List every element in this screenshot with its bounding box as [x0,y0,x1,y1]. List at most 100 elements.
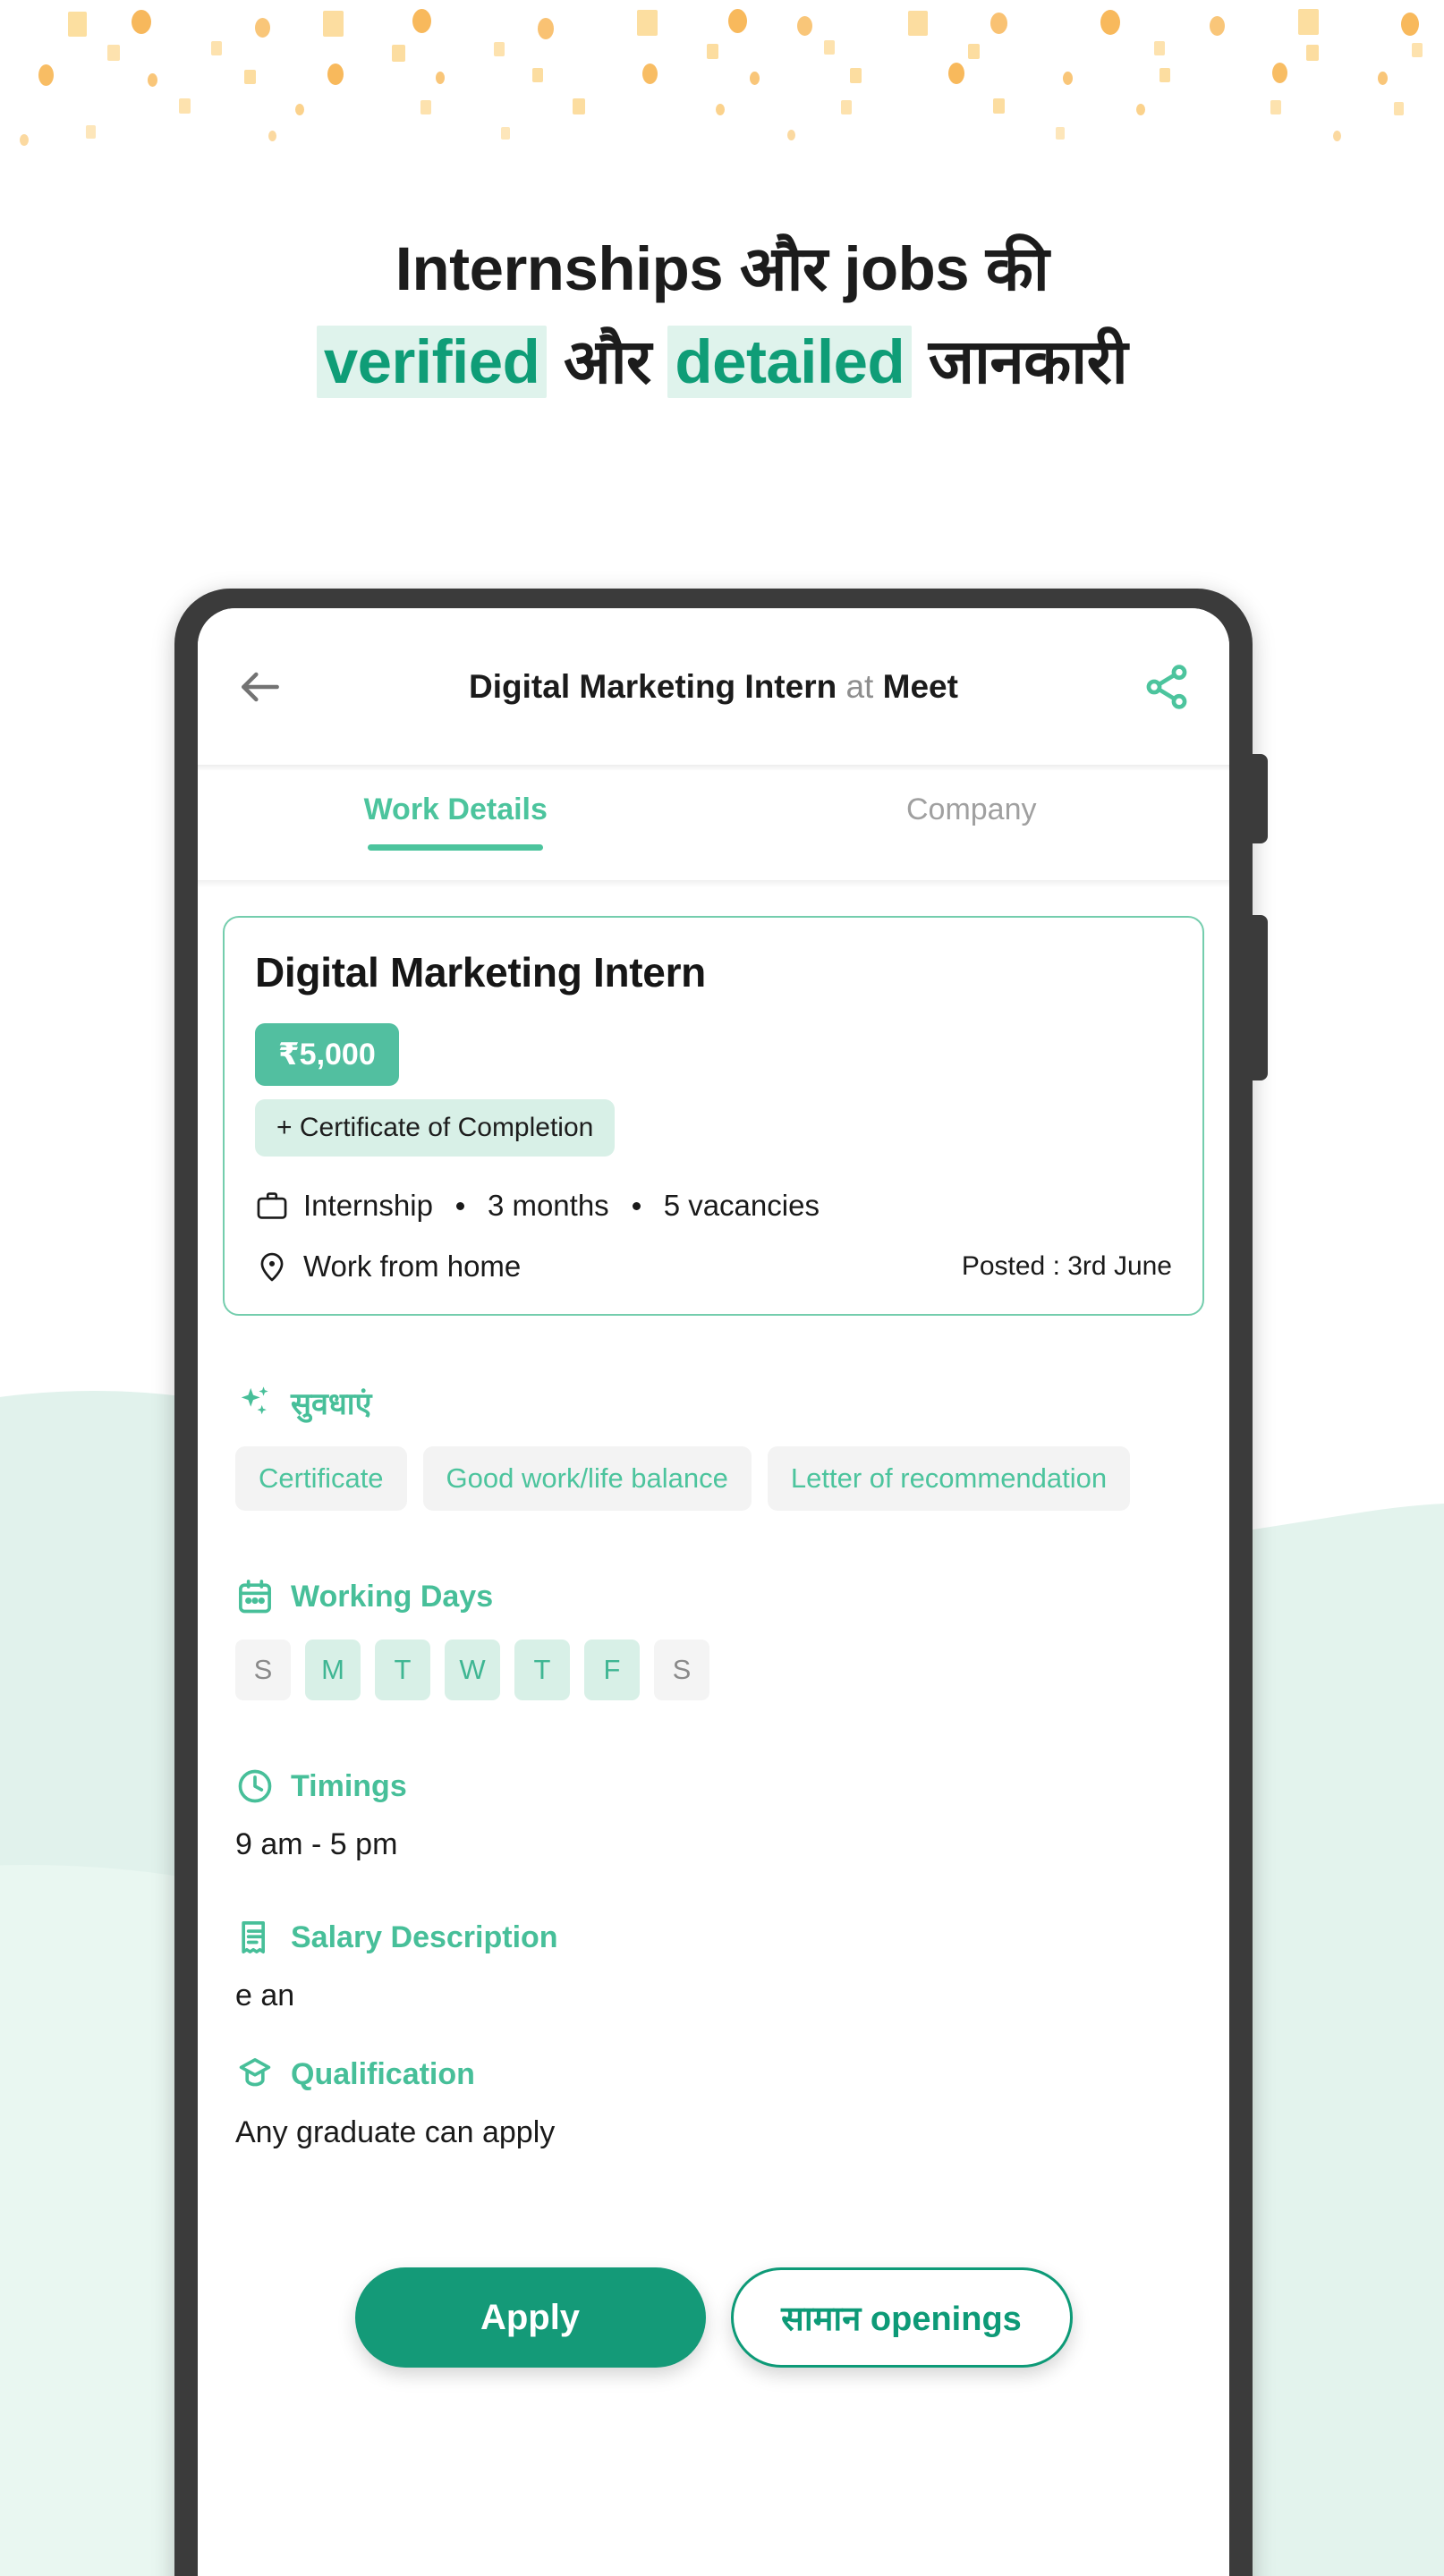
sparkle-icon [235,1383,275,1422]
headline-detailed: detailed [667,325,913,398]
confetti-square [1154,41,1165,55]
working-days-section-header: Working Days [235,1577,1229,1616]
confetti-square [1270,100,1281,114]
benefit-chip[interactable]: Good work/life balance [422,1446,752,1511]
confetti-circle [268,131,276,141]
confetti-square [244,70,256,84]
phone-power-button[interactable] [1251,915,1268,1080]
day-chip-wed[interactable]: W [445,1640,500,1700]
app-bar: Digital Marketing Intern at Meet [198,608,1229,765]
confetti-circle [787,130,795,140]
confetti-square [824,40,835,55]
confetti-square [494,42,505,56]
tab-work-details[interactable]: Work Details [198,792,714,851]
day-chip-tue[interactable]: T [375,1640,430,1700]
separator-dot [455,1201,464,1210]
confetti-square [1159,68,1170,82]
promo-headline: Internships और jobs की verified और detai… [0,228,1444,403]
phone-mockup-frame: Digital Marketing Intern at Meet Work De… [174,589,1268,2576]
benefits-heading: सुवधाएं [291,1387,372,1421]
headline-part-2: और [739,234,828,303]
day-chip-sun[interactable]: S [235,1640,291,1700]
working-days-list: S M T W T F S [235,1640,1192,1700]
headline-verified: verified [316,325,548,398]
confetti-circle [148,73,157,87]
separator-dot [632,1201,641,1210]
tab-active-indicator [368,844,544,851]
confetti-circle [1401,13,1419,36]
job-summary-card: Digital Marketing Intern ₹5,000 + Certif… [223,916,1204,1316]
confetti-circle [1063,72,1073,85]
confetti-square [993,98,1005,114]
confetti-square [968,44,980,59]
app-bar-title-at: at [837,667,883,705]
share-icon[interactable] [1142,662,1192,712]
confetti-square [1056,127,1065,140]
job-type-value: Internship [303,1189,433,1222]
confetti-square [1306,45,1319,61]
app-bar-title-company: Meet [882,667,958,705]
headline-part-3: jobs [827,234,986,303]
job-type-row: Internship 3 months 5 vacancies [255,1189,1172,1223]
work-details-content: Digital Marketing Intern ₹5,000 + Certif… [198,887,1229,2150]
similar-openings-button[interactable]: सामान openings [730,2267,1073,2368]
tab-work-details-label: Work Details [363,792,548,826]
headline-part-4: की [985,234,1049,303]
clock-icon [235,1767,275,1806]
salary-badge: ₹5,000 [255,1023,399,1086]
confetti-square [211,41,222,55]
job-vacancies-value: 5 vacancies [663,1189,820,1222]
qualification-heading: Qualification [291,2056,475,2091]
confetti-circle [538,18,554,39]
confetti-circle [132,10,151,34]
confetti-circle [1333,131,1341,141]
day-chip-fri[interactable]: F [584,1640,640,1700]
graduation-cap-icon [235,2055,275,2094]
apply-button[interactable]: Apply [354,2267,706,2368]
qualification-value: Any graduate can apply [235,2115,556,2149]
tab-company-label: Company [905,792,1037,826]
location-pin-icon [255,1250,289,1284]
confetti-circle [716,104,725,115]
confetti-square [179,98,191,114]
job-duration-value: 3 months [487,1189,609,1222]
tab-bar-divider [198,880,1229,887]
day-chip-mon[interactable]: M [305,1640,361,1700]
confetti-square [1394,102,1404,115]
day-chip-sat[interactable]: S [654,1640,709,1700]
phone-volume-button[interactable] [1251,754,1268,843]
confetti-square [107,45,120,61]
timings-heading: Timings [291,1768,407,1803]
timings-section-header: Timings [235,1767,1229,1806]
benefit-chip[interactable]: Certificate [235,1446,407,1511]
confetti-square [501,127,510,140]
day-chip-thu[interactable]: T [514,1640,570,1700]
headline-jankari: जानकारी [928,326,1128,396]
confetti-square [392,45,405,62]
benefits-chip-list: Certificate Good work/life balance Lette… [235,1446,1192,1511]
confetti-square [850,68,862,83]
confetti-circle [1210,16,1225,36]
app-bar-divider [198,765,1229,771]
calendar-icon [235,1577,275,1616]
headline-part-1: Internships [395,234,740,303]
confetti-circle [295,104,304,115]
app-bar-title: Digital Marketing Intern at Meet [285,668,1142,706]
confetti-square [1298,9,1319,35]
confetti-square [1412,43,1423,57]
confetti-circle [728,9,747,33]
benefit-chip[interactable]: Letter of recommendation [767,1446,1131,1511]
confetti-square [573,98,585,114]
working-days-heading: Working Days [291,1579,494,1614]
job-location-value: Work from home [303,1250,522,1283]
confetti-circle [20,134,29,146]
arrow-left-icon[interactable] [235,662,285,712]
receipt-icon [235,1918,275,1957]
benefits-section-header: सुवधाएं [235,1382,1229,1423]
confetti-square [420,100,431,114]
app-bar-title-role: Digital Marketing Intern [469,667,837,705]
confetti-circle [412,9,431,33]
promo-screenshot: Internships और jobs की verified और detai… [0,0,1444,2576]
tab-company[interactable]: Company [714,792,1230,851]
confetti-circle [948,63,964,84]
